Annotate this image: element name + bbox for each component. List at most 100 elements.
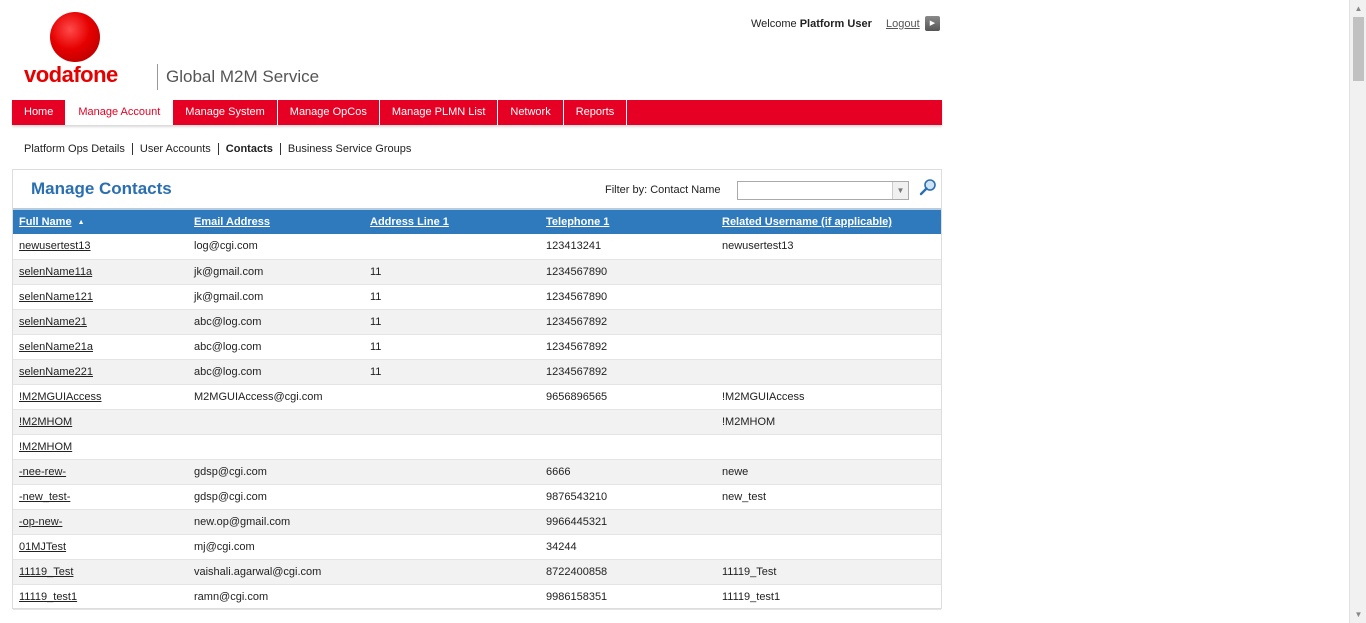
- cell-telephone-1: 9986158351: [546, 590, 608, 603]
- cell-related-username-if-applicable: new_test: [722, 490, 767, 503]
- subnav-item-contacts[interactable]: Contacts: [217, 143, 280, 155]
- contact-name-link[interactable]: !M2MHOM: [13, 409, 188, 434]
- table-row: selenName121 jk@gmail.com 11 1234567890: [13, 284, 941, 309]
- nav-item-reports[interactable]: Reports: [564, 100, 628, 125]
- contact-name-link[interactable]: selenName11a: [13, 259, 188, 284]
- table-row: selenName21a abc@log.com 11 1234567892: [13, 334, 941, 359]
- contact-name-link[interactable]: 11119_Test: [13, 559, 188, 584]
- service-title: Global M2M Service: [166, 67, 320, 86]
- nav-item-manage-plmn-list[interactable]: Manage PLMN List: [380, 100, 499, 125]
- contact-name-link[interactable]: !M2MGUIAccess: [13, 384, 188, 409]
- nav-item-network[interactable]: Network: [498, 100, 564, 125]
- cell-related-username-if-applicable: [716, 434, 941, 459]
- table-row: 11119_test1 ramn@cgi.com 9986158351 11119_t…: [13, 584, 941, 609]
- main-nav: Home Manage Account Manage System Manage Op…: [12, 100, 942, 125]
- sort-ascending-icon[interactable]: ▲: [78, 219, 85, 226]
- sub-nav: Platform Ops Details User Accounts Contact…: [24, 143, 418, 155]
- brand-name: vodafone: [24, 62, 118, 87]
- cell-address-line-1: [364, 459, 540, 484]
- subnav-item-business-service-groups[interactable]: Business Service Groups: [279, 143, 419, 155]
- scroll-down-icon[interactable]: ▼: [1350, 606, 1366, 623]
- cell-address-line-1: [364, 509, 540, 534]
- cell-related-username-if-applicable: 11119_Test: [716, 559, 941, 584]
- cell-email-address: ramn@cgi.com: [194, 590, 269, 603]
- cell-email-address: abc@log.com: [188, 359, 364, 384]
- logout-arrow-icon[interactable]: ▶: [925, 16, 940, 31]
- nav-item-manage-opcos[interactable]: Manage OpCos: [278, 100, 380, 125]
- chevron-down-icon[interactable]: ▼: [892, 182, 908, 199]
- subnav-item-user-accounts[interactable]: User Accounts: [131, 143, 218, 155]
- cell-address-line-1: 11: [364, 359, 540, 384]
- vodafone-logo[interactable]: vodafone: [12, 12, 132, 88]
- nav-item-home[interactable]: Home: [12, 100, 67, 125]
- table-row: !M2MHOM: [13, 434, 941, 459]
- table-row: selenName11a jk@gmail.com 11 1234567890: [13, 259, 941, 284]
- column-header-related-username-if-applicable[interactable]: Related Username (if applicable): [716, 209, 941, 234]
- contact-name-link[interactable]: newusertest13: [13, 234, 188, 259]
- cell-address-line-1: [364, 584, 540, 609]
- cell-email-address: [188, 434, 364, 459]
- table-row: selenName221 abc@log.com 11 1234567892: [13, 359, 941, 384]
- page-scrollbar[interactable]: ▲ ▼: [1349, 0, 1366, 623]
- cell-telephone-1: 9656896565: [546, 390, 608, 403]
- nav-item-manage-account[interactable]: Manage Account: [66, 100, 174, 125]
- contact-name-link[interactable]: !M2MHOM: [13, 434, 188, 459]
- cell-email-address: jk@gmail.com: [188, 259, 364, 284]
- cell-address-line-1: [364, 434, 540, 459]
- contact-name-filter-select[interactable]: ▼: [737, 181, 909, 200]
- contact-name-link[interactable]: selenName21a: [13, 334, 188, 359]
- cell-related-username-if-applicable: !M2MGUIAccess: [722, 390, 805, 403]
- logout-link[interactable]: Logout: [886, 18, 920, 30]
- contact-name-link[interactable]: 01MJTest: [13, 534, 188, 559]
- cell-telephone-1: [540, 409, 716, 434]
- contact-name-link[interactable]: selenName21: [13, 309, 188, 334]
- welcome-text: Welcome Platform User: [751, 18, 872, 30]
- user-name: Platform User: [799, 18, 872, 30]
- cell-address-line-1: [364, 484, 540, 509]
- cell-address-line-1: 11: [364, 309, 540, 334]
- cell-telephone-1: 9966445321: [540, 509, 716, 534]
- cell-email-address: abc@log.com: [194, 340, 262, 353]
- column-header-address-line-1[interactable]: Address Line 1: [364, 209, 540, 234]
- cell-related-username-if-applicable: [716, 509, 941, 534]
- cell-related-username-if-applicable: [716, 359, 941, 384]
- cell-related-username-if-applicable: [716, 334, 941, 359]
- nav-item-manage-system[interactable]: Manage System: [173, 100, 278, 125]
- subnav-item-platform-ops-details[interactable]: Platform Ops Details: [24, 143, 132, 155]
- contact-name-link[interactable]: selenName121: [13, 284, 188, 309]
- cell-telephone-1: 34244: [546, 540, 577, 553]
- contact-name-link[interactable]: 11119_test1: [13, 584, 188, 609]
- cell-related-username-if-applicable: [716, 309, 941, 334]
- cell-telephone-1: 1234567892: [540, 359, 716, 384]
- table-row: -nee-rew-gdsp@cgi.com 6666 newe: [13, 459, 941, 484]
- cell-email-address: jk@gmail.com: [194, 290, 264, 303]
- cell-email-address: new.op@gmail.com: [188, 509, 364, 534]
- cell-telephone-1: 8722400858: [540, 559, 716, 584]
- column-header-telephone-1[interactable]: Telephone 1: [540, 209, 716, 234]
- cell-email-address: vaishali.agarwal@cgi.com: [188, 559, 364, 584]
- cell-related-username-if-applicable: [716, 534, 941, 559]
- contact-name-link[interactable]: -op-new-: [13, 509, 188, 534]
- column-header-email-address[interactable]: Email Address: [188, 209, 364, 234]
- scroll-thumb[interactable]: [1353, 17, 1364, 81]
- filter-label: Filter by: Contact Name: [605, 184, 721, 196]
- cell-address-line-1: [364, 384, 540, 409]
- cell-address-line-1: 11: [370, 340, 382, 353]
- page-title: Manage Contacts: [31, 179, 172, 198]
- cell-email-address: log@cgi.com: [194, 240, 258, 253]
- column-header-full-name[interactable]: Full Name ▲: [13, 209, 188, 234]
- header-divider: [157, 64, 158, 90]
- cell-telephone-1: 1234567892: [546, 340, 608, 353]
- contact-name-link[interactable]: -nee-rew-: [13, 459, 188, 484]
- cell-related-username-if-applicable: newe: [716, 459, 941, 484]
- cell-telephone-1: 1234567890: [546, 290, 608, 303]
- scroll-up-icon[interactable]: ▲: [1350, 0, 1366, 17]
- contact-name-link[interactable]: -new_test-: [13, 484, 188, 509]
- table-row: 11119_Test vaishali.agarwal@cgi.com 872240…: [13, 559, 941, 584]
- cell-related-username-if-applicable: newusertest13: [722, 240, 794, 253]
- contacts-table: Full Name ▲ Email Address Address Line 1 Tel…: [13, 208, 941, 610]
- cell-address-line-1: [364, 534, 540, 559]
- search-icon[interactable]: [919, 178, 937, 196]
- cell-related-username-if-applicable: [716, 259, 941, 284]
- contact-name-link[interactable]: selenName221: [13, 359, 188, 384]
